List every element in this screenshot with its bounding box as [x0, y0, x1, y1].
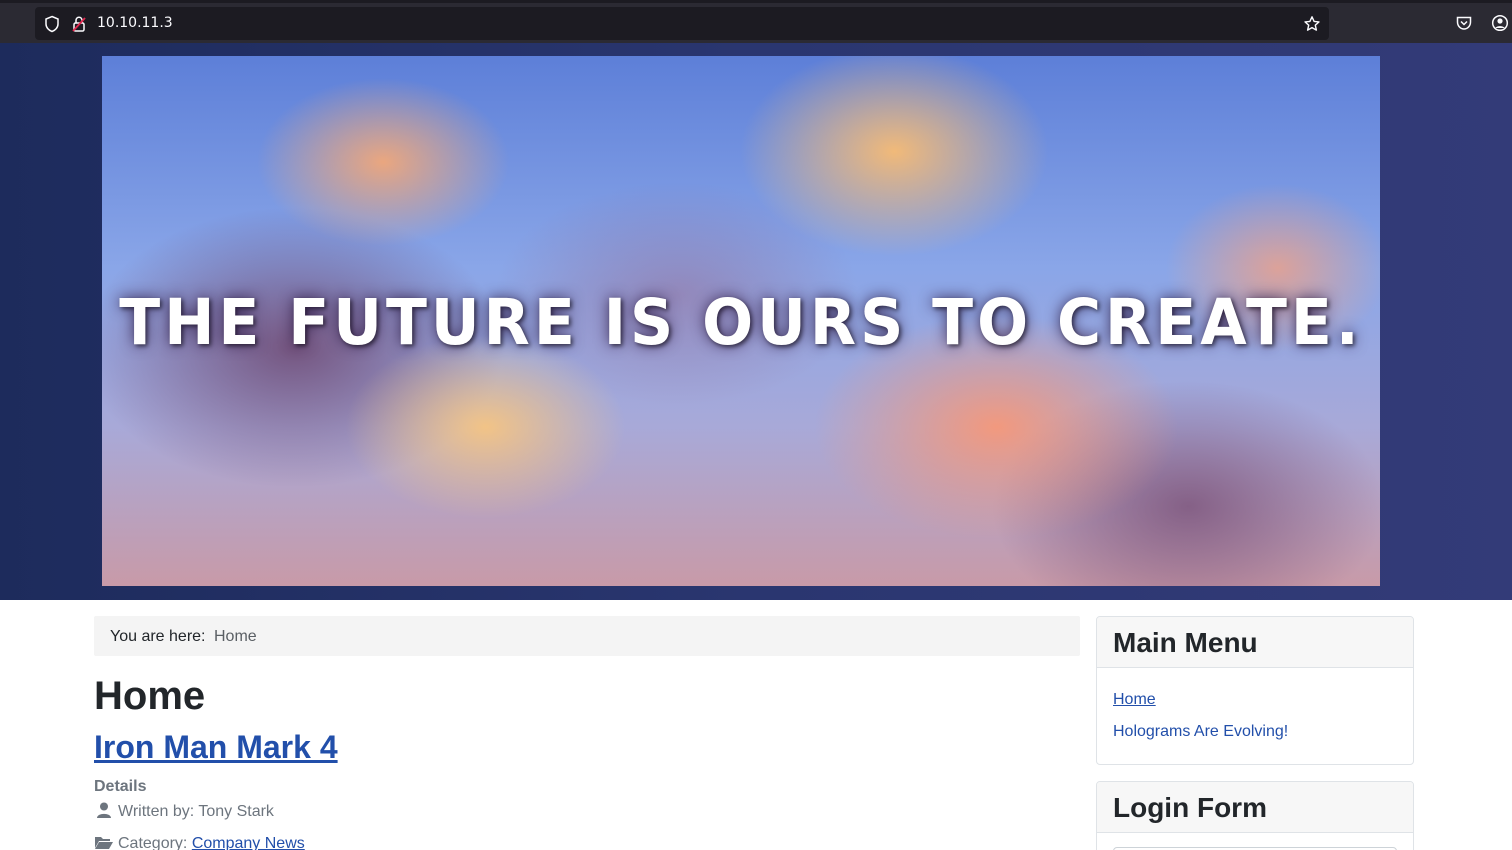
article-category: Category: Company News — [94, 834, 305, 850]
main-menu-module: Main Menu Home Holograms Are Evolving! — [1096, 616, 1414, 765]
category-link[interactable]: Company News — [192, 835, 305, 850]
menu-item-home[interactable]: Home — [1113, 691, 1156, 709]
shield-icon[interactable] — [43, 15, 61, 33]
account-icon[interactable] — [1491, 14, 1509, 32]
site-header: THE FUTURE IS OURS TO CREATE. — [0, 43, 1512, 600]
url-text[interactable]: 10.10.11.3 — [97, 15, 173, 31]
breadcrumb-label: You are here: — [110, 628, 206, 645]
bookmark-star-icon[interactable] — [1303, 15, 1321, 33]
menu-item-holograms[interactable]: Holograms Are Evolving! — [1113, 723, 1288, 741]
pocket-icon[interactable] — [1455, 14, 1473, 32]
login-form-module: Login Form — [1096, 781, 1414, 850]
author-text: Written by: Tony Stark — [118, 803, 274, 820]
category-label: Category: — [118, 835, 192, 850]
breadcrumb-current: Home — [214, 628, 257, 645]
article-details-label: Details — [94, 778, 147, 795]
breadcrumb: You are here: Home — [94, 616, 1080, 656]
header-banner-image: THE FUTURE IS OURS TO CREATE. — [102, 56, 1380, 586]
insecure-lock-icon[interactable] — [70, 15, 88, 33]
folder-open-icon — [95, 837, 113, 849]
login-form-title: Login Form — [1097, 782, 1413, 833]
browser-toolbar: 10.10.11.3 — [0, 0, 1512, 43]
banner-slogan: THE FUTURE IS OURS TO CREATE. — [119, 286, 1363, 360]
address-bar[interactable]: 10.10.11.3 — [35, 7, 1329, 40]
user-icon — [97, 802, 111, 818]
page-title: Home — [94, 674, 206, 718]
article-title-link[interactable]: Iron Man Mark 4 — [94, 729, 338, 766]
article-author: Written by: Tony Stark — [94, 802, 274, 821]
main-menu-title: Main Menu — [1097, 617, 1413, 668]
